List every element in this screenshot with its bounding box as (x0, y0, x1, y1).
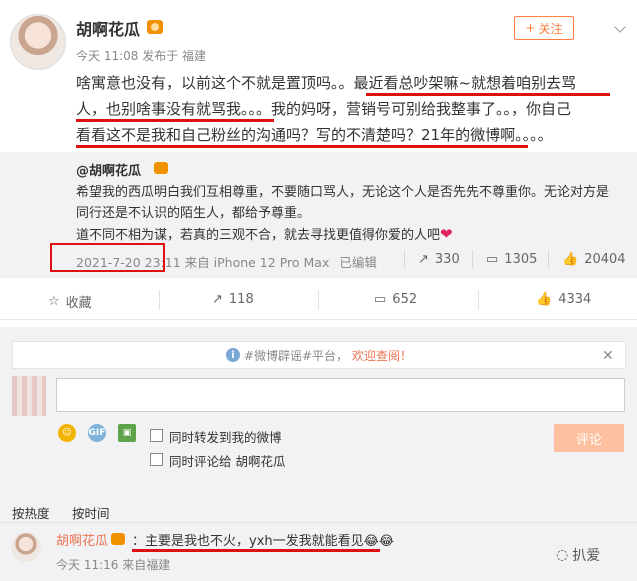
repost-option-label: 同时转发到我的微博 (169, 430, 282, 445)
thumbs-up-icon: 👍 (536, 292, 553, 307)
plus-icon: + (525, 21, 536, 35)
like-count: 4334 (558, 292, 592, 307)
vip-badge-icon (154, 162, 168, 174)
divider (159, 290, 160, 310)
divider (478, 290, 479, 310)
reply-meta: 今天 11:16 来自福建 (56, 558, 171, 572)
comment-button[interactable]: ▭ 652 (374, 292, 417, 307)
info-icon: i (225, 348, 240, 362)
rumor-notice: i #微博辟谣#平台， 欢迎查阅！ (12, 341, 626, 369)
repost-count: 118 (228, 292, 254, 307)
comment-icon: ▭ (374, 292, 387, 307)
repost-button[interactable]: ↗ 118 (212, 292, 254, 307)
divider (318, 290, 319, 310)
comment-checkbox[interactable] (150, 453, 163, 466)
repost-icon: ↗ (418, 252, 429, 267)
comment-icon: ▭ (486, 252, 499, 267)
submit-comment-button[interactable]: 评论 (554, 424, 624, 452)
follow-label: 关注 (538, 21, 563, 36)
author-name[interactable]: 胡啊花瓜 (76, 16, 140, 40)
repost-checkbox[interactable] (150, 429, 163, 442)
red-underline-mark (132, 549, 380, 552)
watermark-text: 扒爱 (572, 548, 601, 564)
heart-icon: ❤ (440, 225, 453, 243)
gif-icon[interactable]: GIF (88, 424, 106, 442)
favorite-button[interactable]: ☆ 收藏 (48, 292, 92, 311)
quoted-edited[interactable]: 已编辑 (339, 255, 377, 270)
reply-text: ：主要是我也不火，yxh一发我就能看见😂😂 (132, 534, 395, 549)
quoted-repost-stat[interactable]: ↗ 330 (418, 252, 460, 267)
sort-by-time[interactable]: 按时间 (72, 503, 110, 522)
divider (548, 250, 549, 268)
avatar (12, 376, 46, 416)
notice-text: #微博辟谣#平台， (243, 348, 349, 363)
quoted-text-line: 同行还是不认识的陌生人，都给予尊重。 (76, 206, 311, 221)
reply-avatar[interactable] (11, 532, 41, 562)
follow-button[interactable]: + 关注 (514, 16, 574, 40)
comment-input[interactable] (56, 378, 625, 412)
chevron-down-icon[interactable] (614, 21, 626, 33)
vip-badge-icon (111, 533, 125, 545)
like-button[interactable]: 👍 4334 (536, 292, 591, 307)
post-body: 啥寓意也没有，以前这个不就是置顶吗。。最近看总吵架嘛~就想着咱别去骂 人，也别啥… (76, 70, 621, 148)
notice-link[interactable]: 欢迎查阅！ (352, 347, 412, 364)
vip-badge-icon (147, 20, 163, 34)
divider (0, 522, 637, 523)
quoted-like-stat[interactable]: 👍 20404 (562, 252, 626, 267)
quoted-source: 来自 iPhone 12 Pro Max (184, 255, 330, 270)
divider (472, 250, 473, 268)
quoted-text-span: 道不同不相为谋，若真的三观不合，就去寻找更值得你爱的人吧 (76, 228, 441, 243)
quoted-repost-count: 330 (434, 252, 460, 267)
divider (404, 250, 405, 268)
comment-option-label: 同时评论给 胡啊花瓜 (169, 454, 286, 469)
red-underline-mark (76, 145, 528, 148)
quoted-comment-count: 1305 (504, 252, 538, 267)
quoted-like-count: 20404 (584, 252, 626, 267)
image-icon[interactable]: ▣ (118, 424, 136, 442)
watermark: ◌ 扒爱 (556, 545, 600, 565)
quoted-text-line: 希望我的西瓜明白我们互相尊重，不要随口骂人，无论这个人是否先先不尊重你。无论对方… (76, 185, 610, 200)
red-underline-mark (366, 93, 610, 96)
comment-count: 652 (392, 292, 418, 307)
date-highlight-box (50, 243, 165, 272)
author-avatar[interactable] (10, 14, 66, 70)
favorite-label: 收藏 (65, 296, 92, 311)
star-icon: ☆ (48, 294, 60, 309)
quoted-author[interactable]: @胡啊花瓜 (76, 160, 141, 179)
sort-by-hot[interactable]: 按热度 (12, 503, 50, 522)
reply-author[interactable]: 胡啊花瓜 (56, 530, 108, 549)
wechat-icon: ◌ (556, 547, 569, 563)
repost-icon: ↗ (212, 292, 223, 307)
red-underline-mark (76, 119, 274, 122)
close-icon[interactable]: ✕ (602, 348, 614, 364)
quoted-comment-stat[interactable]: ▭ 1305 (486, 252, 537, 267)
emoji-icon[interactable]: ☺ (58, 424, 76, 442)
thumbs-up-icon: 👍 (562, 252, 579, 267)
quoted-body: 希望我的西瓜明白我们互相尊重，不要随口骂人，无论这个人是否先先不尊重你。无论对方… (76, 182, 621, 246)
post-meta: 今天 11:08 发布于 福建 (76, 49, 207, 63)
